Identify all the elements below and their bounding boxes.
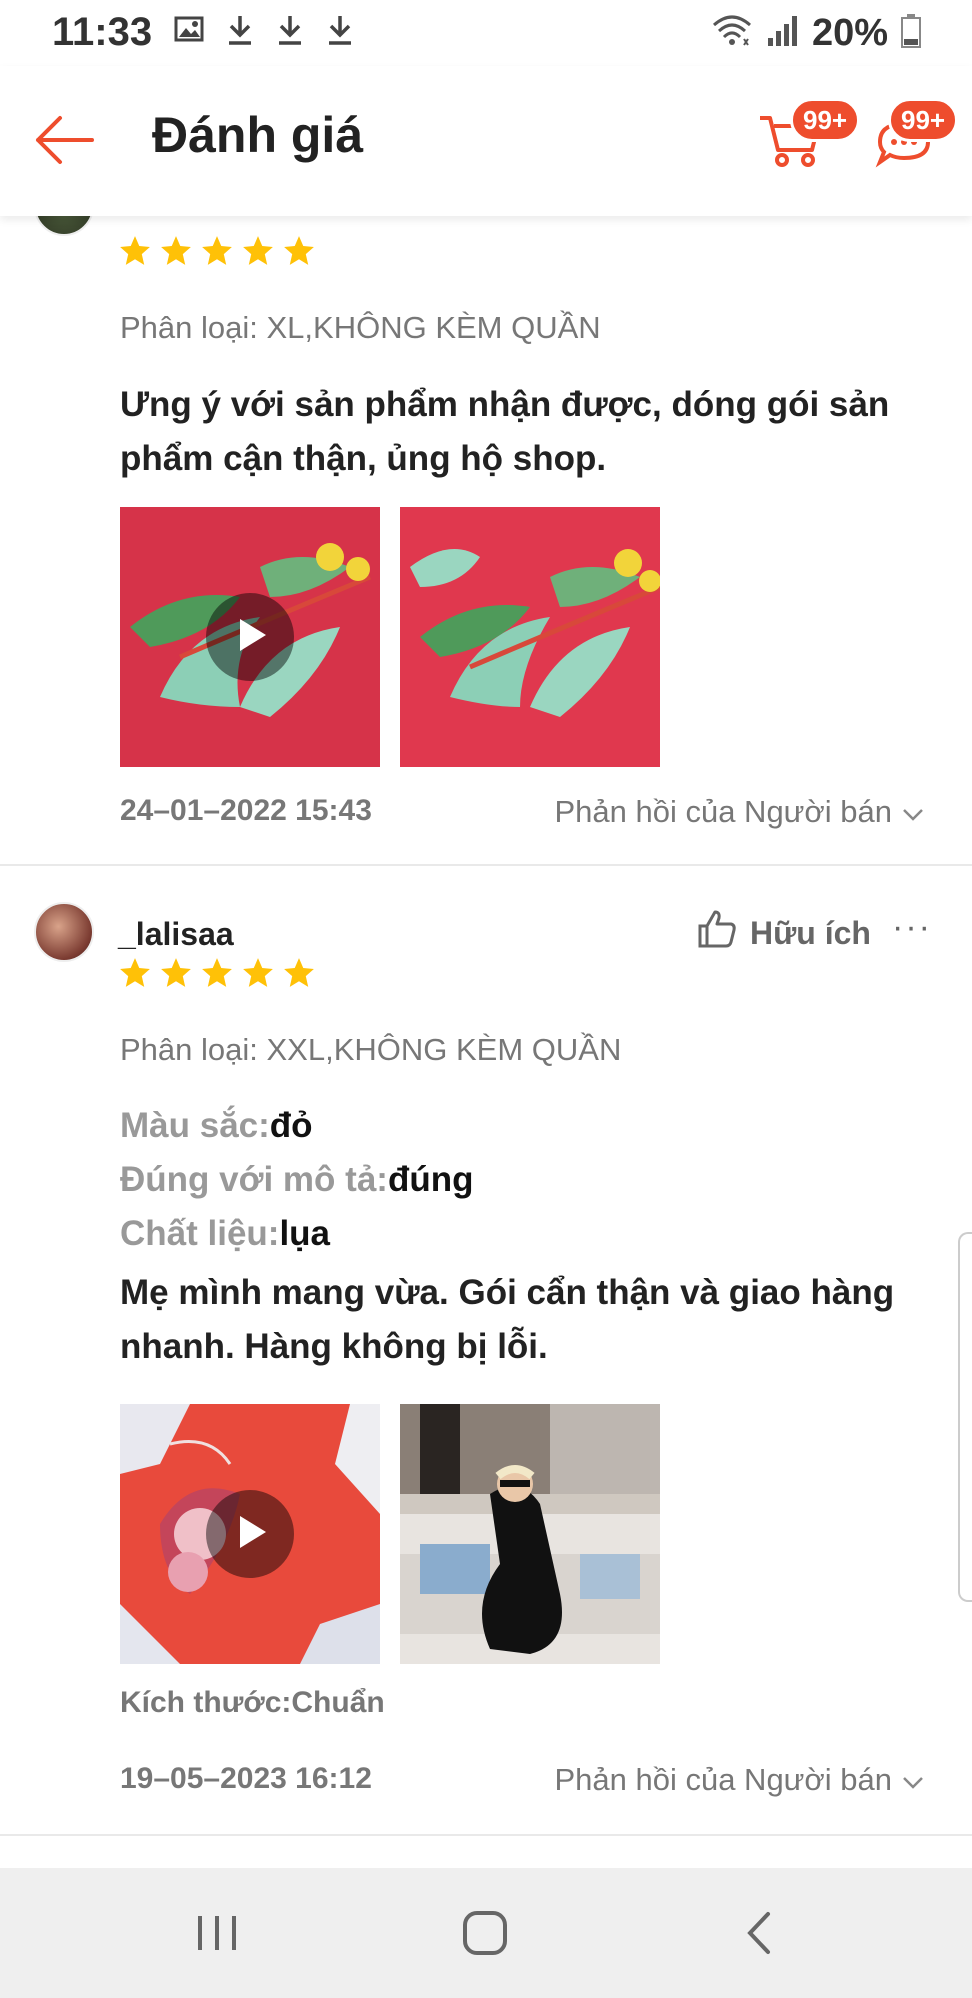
chevron-down-icon [902, 794, 924, 830]
avatar[interactable] [34, 902, 94, 962]
star-icon [118, 234, 152, 273]
cart-icon [756, 116, 826, 176]
chevron-down-icon [902, 1762, 924, 1798]
app-header: Đánh giá 99+ 99+ [0, 66, 972, 216]
status-bar: 11:33 20% [0, 0, 972, 66]
helpful-button[interactable]: Hữu ích [696, 908, 871, 958]
star-icon [200, 956, 234, 995]
system-navigation-bar [0, 1868, 972, 1998]
chat-icon [874, 121, 944, 176]
cart-button[interactable]: 99+ [756, 98, 861, 177]
page-title: Đánh giá [152, 107, 364, 163]
rating-stars [118, 956, 316, 995]
size-label: Kích thước:Chuẩn [120, 1686, 385, 1719]
play-button[interactable] [206, 1490, 294, 1578]
review-video-thumbnail[interactable] [120, 1404, 380, 1664]
back-chevron-icon [740, 1912, 780, 1962]
attribute-material: Chất liệu:lụa [120, 1214, 331, 1253]
star-icon [118, 956, 152, 995]
download-icon [226, 14, 254, 46]
attribute-color: Màu sắc:đỏ [120, 1106, 313, 1145]
review-image-thumbnail[interactable] [400, 507, 660, 767]
scrollbar[interactable] [958, 1232, 972, 1602]
notification-icons [174, 14, 354, 46]
star-icon [200, 234, 234, 273]
review-divider [0, 1834, 972, 1836]
status-time: 11:33 [52, 10, 153, 54]
seller-reply-label: Phản hồi của Người bán [554, 1762, 892, 1797]
seller-reply-toggle[interactable]: Phản hồi của Người bán [554, 1762, 924, 1798]
reviews-list[interactable]: Phân loại: XL,KHÔNG KÈM QUẦN Ưng ý với s… [0, 216, 972, 1868]
home-button[interactable] [460, 1908, 510, 1963]
review-item: Phân loại: XL,KHÔNG KÈM QUẦN Ưng ý với s… [0, 216, 972, 864]
star-icon [282, 234, 316, 273]
variant-label: Phân loại: XL,KHÔNG KÈM QUẦN [120, 310, 601, 345]
play-icon [230, 1512, 270, 1557]
star-icon [159, 234, 193, 273]
star-icon [241, 234, 275, 273]
review-date: 24–01–2022 15:43 [120, 794, 372, 827]
play-button[interactable] [206, 593, 294, 681]
star-icon [241, 956, 275, 995]
image-icon [174, 14, 204, 46]
download-icon [326, 14, 354, 46]
more-horizontal-icon: ··· [892, 908, 932, 946]
review-item: _lalisaa Hữu ích ··· Phân loại: XXL,KHÔN… [0, 866, 972, 1868]
home-icon [460, 1911, 510, 1962]
back-arrow-icon [32, 116, 96, 170]
back-button[interactable] [32, 114, 96, 171]
thumbs-up-icon [696, 908, 738, 958]
helpful-label: Hữu ích [750, 914, 871, 951]
chat-badge: 99+ [888, 98, 959, 142]
signal-icon [766, 14, 800, 53]
battery-percent: 20% [811, 12, 888, 54]
download-icon [276, 14, 304, 46]
rating-stars [118, 234, 316, 273]
seller-reply-label: Phản hồi của Người bán [554, 794, 892, 829]
review-text: Mẹ mình mang vừa. Gói cẩn thận và giao h… [120, 1273, 895, 1366]
variant-label: Phân loại: XXL,KHÔNG KÈM QUẦN [120, 1032, 622, 1067]
attribute-as-described: Đúng với mô tả:đúng [120, 1160, 474, 1199]
review-video-thumbnail[interactable] [120, 507, 380, 767]
more-options-button[interactable]: ··· [892, 908, 932, 947]
wifi-icon [710, 13, 754, 54]
star-icon [159, 956, 193, 995]
cart-badge: 99+ [790, 98, 861, 142]
recent-apps-icon [192, 1916, 242, 1962]
battery-icon [900, 13, 922, 54]
chat-button[interactable]: 99+ [874, 98, 959, 177]
review-text: Ưng ý với sản phẩm nhận được, dóng gói s… [120, 385, 890, 478]
star-icon [282, 956, 316, 995]
back-nav-button[interactable] [740, 1908, 780, 1963]
avatar[interactable] [34, 216, 94, 236]
seller-reply-toggle[interactable]: Phản hồi của Người bán [554, 794, 924, 830]
recent-apps-button[interactable] [192, 1908, 242, 1963]
review-image-thumbnail[interactable] [400, 1404, 660, 1664]
review-date: 19–05–2023 16:12 [120, 1762, 372, 1795]
play-icon [230, 615, 270, 660]
reviewer-username[interactable]: _lalisaa [118, 916, 234, 953]
